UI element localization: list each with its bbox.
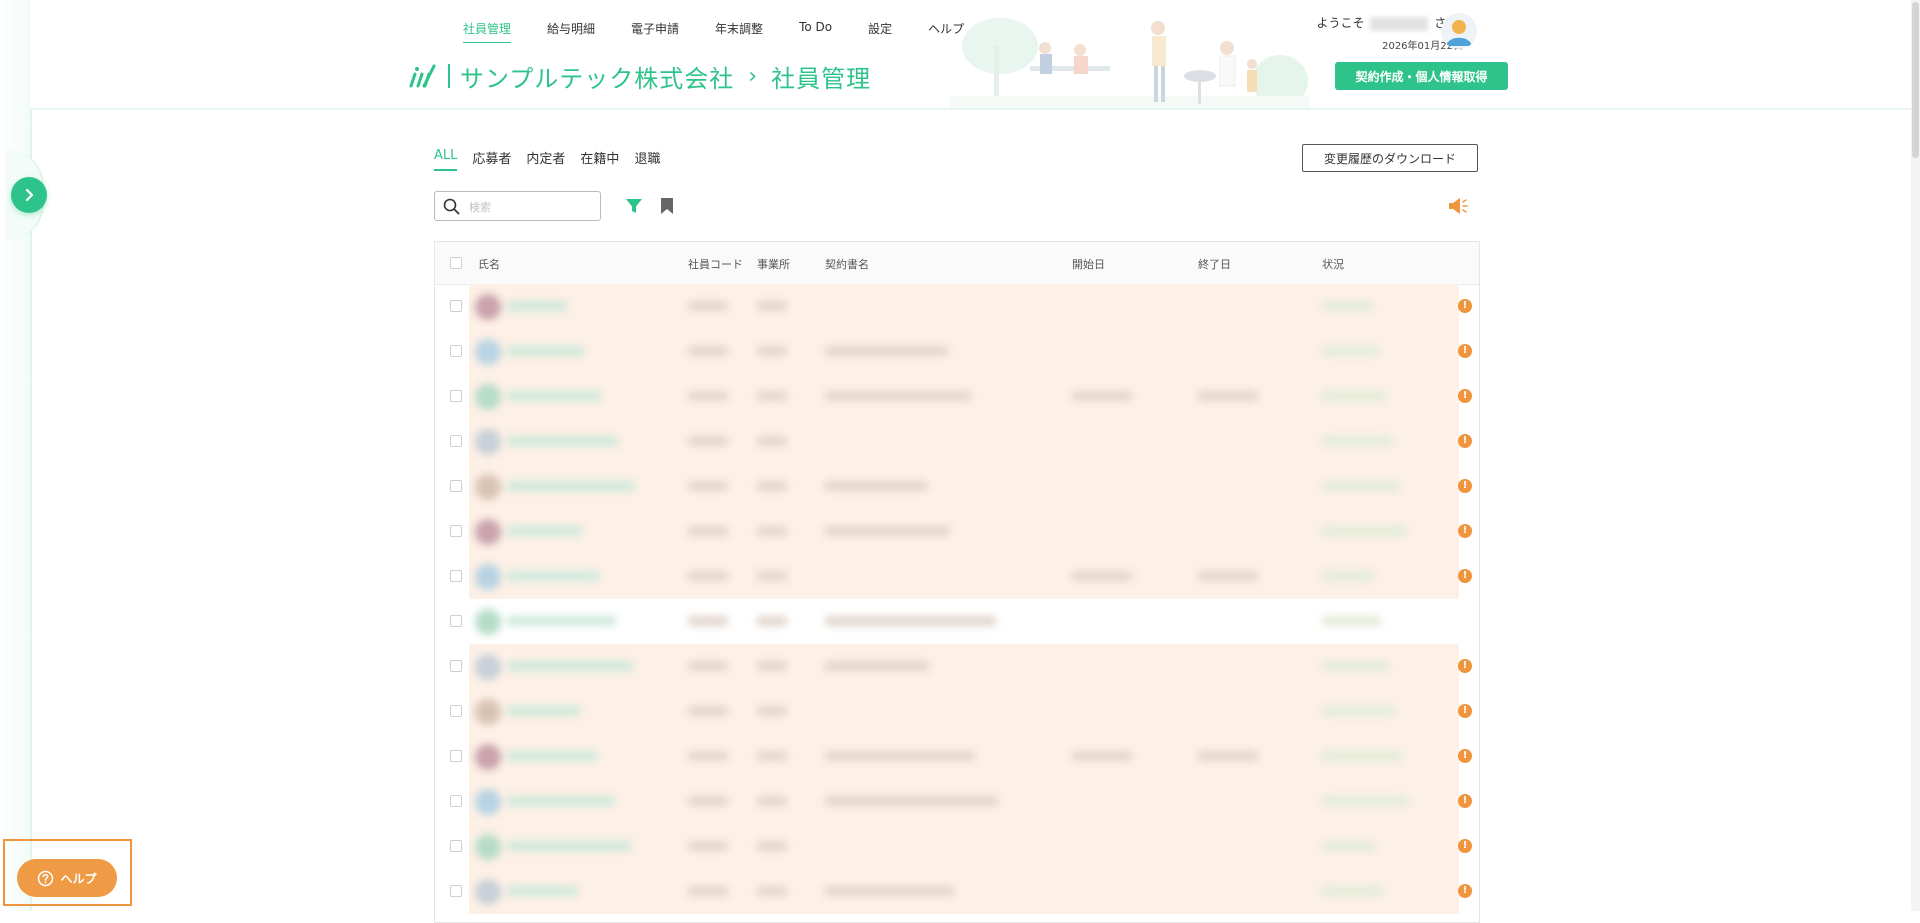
column-header-end-date[interactable]: 終了日 [1198,256,1231,272]
search-input[interactable] [467,196,597,218]
warning-icon[interactable]: ! [1458,569,1472,583]
warning-icon[interactable]: ! [1458,524,1472,538]
help-label: ヘルプ [60,871,97,886]
employee-table: 氏名 社員コード 事業所 契約書名 開始日 終了日 状況 !!!!!!!!!!!… [434,241,1480,923]
table-row[interactable]: ! [435,689,1479,734]
warning-icon[interactable]: ! [1458,299,1472,313]
megaphone-icon [1449,198,1468,214]
row-redacted-content [435,284,1479,329]
download-history-button[interactable]: 変更履歴のダウンロード [1302,144,1478,172]
nav-todo[interactable]: To Do [799,20,832,43]
announcement-button[interactable] [1447,196,1469,220]
tab-retired[interactable]: 退職 [634,148,660,171]
row-redacted-content [435,464,1479,509]
main-nav: 社員管理 給与明細 電子申請 年末調整 To Do 設定 ヘルプ [463,20,1000,43]
help-button[interactable]: ヘルプ [17,859,117,897]
row-redacted-content [435,329,1479,374]
row-redacted-content [435,554,1479,599]
table-header: 氏名 社員コード 事業所 契約書名 開始日 終了日 状況 [435,242,1479,285]
warning-icon[interactable]: ! [1458,344,1472,358]
table-row[interactable]: ! [435,284,1479,329]
nav-employee-management[interactable]: 社員管理 [463,20,512,43]
breadcrumb-separator: › [748,63,758,89]
warning-icon[interactable]: ! [1458,659,1472,673]
scrollbar-thumb[interactable] [1912,2,1919,158]
app-header: 社員管理 給与明細 電子申請 年末調整 To Do 設定 ヘルプ サンプルテック… [30,0,1920,110]
nav-settings[interactable]: 設定 [868,20,892,43]
chevron-right-icon [25,188,34,202]
warning-icon[interactable]: ! [1458,839,1472,853]
create-contract-button[interactable]: 契約作成・個人情報取得 [1335,62,1508,90]
column-header-contract-name[interactable]: 契約書名 [825,256,869,272]
table-row[interactable]: ! [435,824,1479,869]
table-row[interactable]: ! [435,869,1479,914]
tab-employed[interactable]: 在籍中 [580,148,619,171]
warning-icon[interactable]: ! [1458,749,1472,763]
brand: サンプルテック株式会社 › 社員管理 [408,58,871,94]
warning-icon[interactable]: ! [1458,704,1472,718]
tab-offered[interactable]: 内定者 [526,148,565,171]
column-header-employee-code[interactable]: 社員コード [688,256,743,272]
row-redacted-content [435,599,1479,644]
tab-applicants[interactable]: 応募者 [472,148,511,171]
header-illustration [930,6,1320,108]
sidebar-toggle-button[interactable] [11,177,47,213]
user-name-redacted [1370,16,1429,31]
welcome-prefix: ようこそ [1316,16,1365,30]
table-row[interactable]: ! [435,509,1479,554]
warning-icon[interactable]: ! [1458,794,1472,808]
brand-divider [448,64,450,88]
column-header-office[interactable]: 事業所 [757,256,790,272]
tab-all[interactable]: ALL [434,148,458,171]
table-row[interactable]: ! [435,329,1479,374]
nav-payslips[interactable]: 給与明細 [547,20,595,43]
current-date: 2026年01月22日 [1382,41,1463,52]
table-row[interactable]: ! [435,374,1479,419]
search-icon [443,198,460,215]
company-logo-icon [409,64,436,88]
nav-e-application[interactable]: 電子申請 [631,20,679,43]
row-redacted-content [435,509,1479,554]
warning-icon[interactable]: ! [1458,434,1472,448]
table-row[interactable]: ! [435,644,1479,689]
page-scrollbar[interactable] [1911,0,1920,911]
question-circle-icon [38,870,54,886]
status-tabs: ALL 応募者 内定者 在籍中 退職 [434,148,675,171]
left-edge-strip [0,0,44,911]
select-all-checkbox[interactable] [450,257,462,269]
row-redacted-content [435,869,1479,914]
row-redacted-content [435,419,1479,464]
column-header-status[interactable]: 状況 [1322,256,1344,272]
row-redacted-content [435,824,1479,869]
table-row[interactable] [435,599,1479,644]
row-redacted-content [435,734,1479,779]
search-box [434,191,601,221]
user-avatar-icon [1446,20,1472,46]
table-row[interactable]: ! [435,734,1479,779]
row-redacted-content [435,644,1479,689]
bookmark-button[interactable] [660,197,674,219]
warning-icon[interactable]: ! [1458,389,1472,403]
row-redacted-content [435,779,1479,824]
bookmark-icon [661,198,673,214]
nav-year-end-adjustment[interactable]: 年末調整 [715,20,763,43]
company-name: サンプルテック株式会社 [460,64,735,93]
table-row[interactable]: ! [435,554,1479,599]
filter-button[interactable] [625,197,643,219]
table-row[interactable]: ! [435,419,1479,464]
warning-icon[interactable]: ! [1458,479,1472,493]
row-redacted-content [435,374,1479,419]
table-row[interactable]: ! [435,464,1479,509]
filter-icon [626,199,642,213]
row-redacted-content [435,689,1479,734]
warning-icon[interactable]: ! [1458,884,1472,898]
table-row[interactable]: ! [435,779,1479,824]
user-avatar[interactable] [1441,13,1477,49]
column-header-name[interactable]: 氏名 [478,256,500,272]
column-header-start-date[interactable]: 開始日 [1072,256,1105,272]
page-title: 社員管理 [771,64,872,93]
